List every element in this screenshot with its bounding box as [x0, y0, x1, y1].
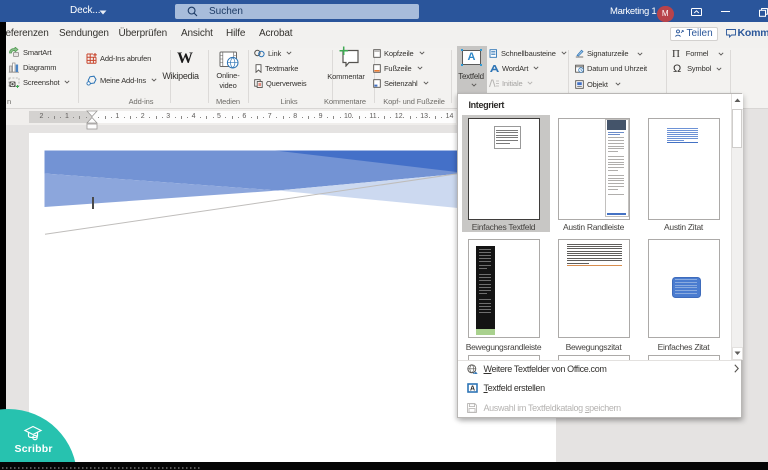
svg-text:A: A [469, 386, 474, 393]
